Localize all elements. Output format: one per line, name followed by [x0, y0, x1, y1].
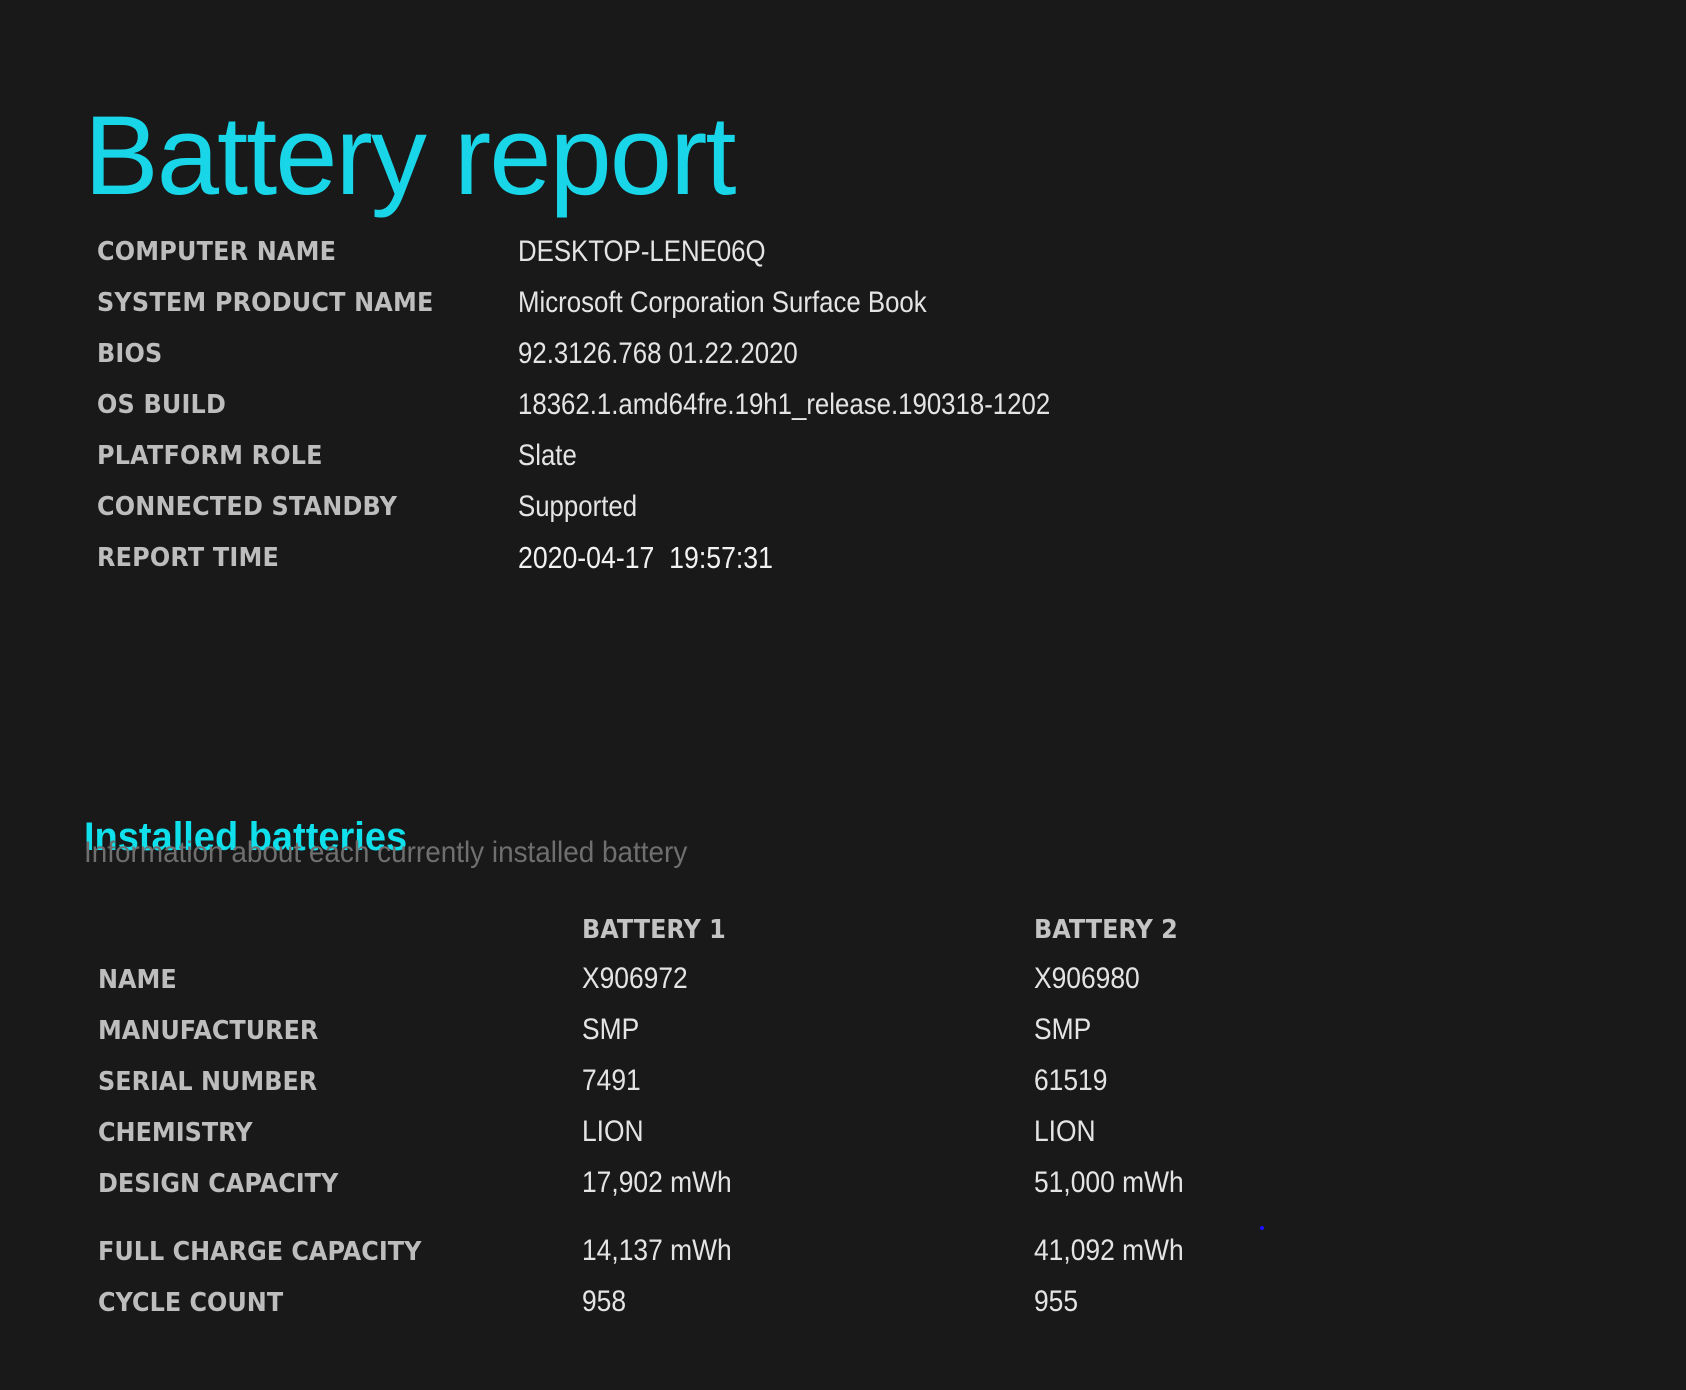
installed-batteries-subtitle: Information about each currently install…: [84, 836, 688, 869]
info-value-computer-name: DESKTOP-LENE06Q: [518, 235, 766, 268]
battery-1-design-capacity: 17,902 mWh: [582, 1166, 732, 1199]
info-value-report-time: 2020-04-17 19:57:31: [518, 540, 773, 575]
battery-2-cycle-count: 955: [1034, 1285, 1079, 1318]
battery-2-chemistry: LION: [1034, 1115, 1096, 1148]
info-label-connected-standby: CONNECTED STANDBY: [97, 492, 398, 522]
info-label-report-time: REPORT TIME: [97, 543, 280, 573]
info-value-connected-standby: Supported: [518, 490, 638, 523]
info-label-bios: BIOS: [97, 339, 163, 369]
battery-1-cycle-count: 958: [582, 1285, 627, 1318]
battery-2-name: X906980: [1034, 962, 1140, 995]
row-label-chemistry: CHEMISTRY: [98, 1118, 253, 1148]
row-label-design-capacity: DESIGN CAPACITY: [98, 1169, 339, 1199]
stray-pixel-dot: [1260, 1226, 1264, 1230]
column-header-battery-1: BATTERY 1: [582, 915, 726, 945]
column-header-battery-2: BATTERY 2: [1034, 915, 1178, 945]
battery-1-manufacturer: SMP: [582, 1013, 640, 1046]
info-value-platform-role: Slate: [518, 439, 577, 472]
info-value-system-product-name: Microsoft Corporation Surface Book: [518, 286, 927, 319]
battery-2-serial-number: 61519: [1034, 1064, 1108, 1097]
battery-1-name: X906972: [582, 962, 688, 995]
info-label-os-build: OS BUILD: [97, 390, 227, 420]
info-value-bios: 92.3126.768 01.22.2020: [518, 337, 798, 370]
page-title: Battery report: [84, 93, 737, 219]
info-label-platform-role: PLATFORM ROLE: [97, 441, 323, 471]
info-label-computer-name: COMPUTER NAME: [97, 237, 337, 267]
battery-2-design-capacity: 51,000 mWh: [1034, 1166, 1184, 1199]
info-label-system-product-name: SYSTEM PRODUCT NAME: [97, 288, 434, 318]
row-label-serial-number: SERIAL NUMBER: [98, 1067, 318, 1097]
row-label-full-charge-capacity: FULL CHARGE CAPACITY: [98, 1237, 422, 1267]
battery-2-manufacturer: SMP: [1034, 1013, 1092, 1046]
info-value-os-build: 18362.1.amd64fre.19h1_release.190318-120…: [518, 388, 1051, 421]
row-label-cycle-count: CYCLE COUNT: [98, 1288, 284, 1318]
battery-1-full-charge-capacity: 14,137 mWh: [582, 1234, 732, 1267]
battery-1-chemistry: LION: [582, 1115, 644, 1148]
battery-2-full-charge-capacity: 41,092 mWh: [1034, 1234, 1184, 1267]
row-label-name: NAME: [98, 965, 177, 995]
row-label-manufacturer: MANUFACTURER: [98, 1016, 319, 1046]
battery-1-serial-number: 7491: [582, 1064, 641, 1097]
